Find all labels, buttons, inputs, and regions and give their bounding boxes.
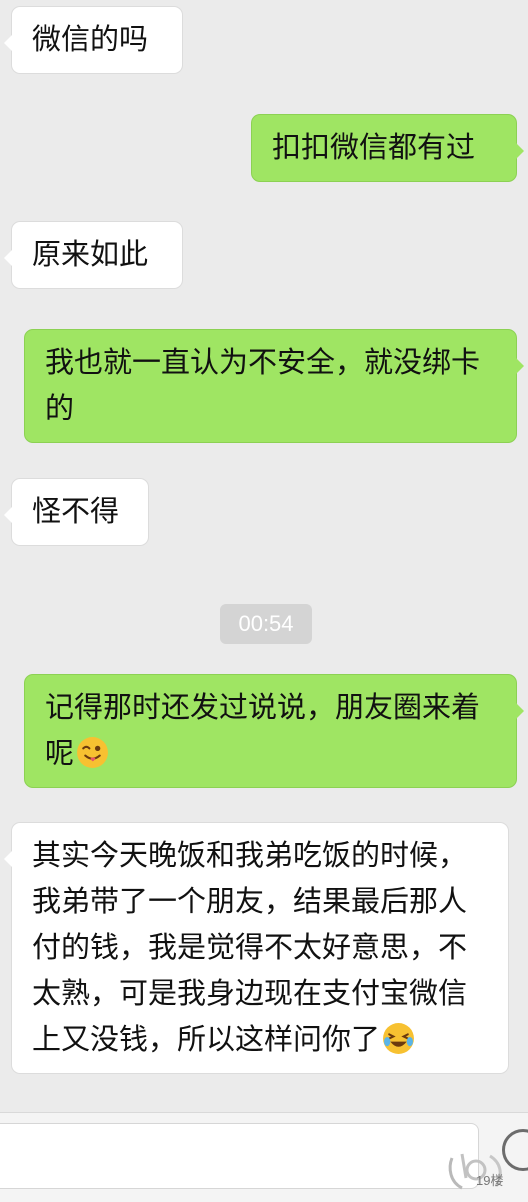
message-bubble-outgoing[interactable]: 扣扣微信都有过 — [251, 114, 524, 182]
message-input[interactable] — [0, 1123, 479, 1189]
message-bubble-incoming[interactable]: 原来如此 — [4, 221, 183, 289]
bubble-tail — [4, 35, 12, 51]
message-bubble-incoming[interactable]: 怪不得 — [4, 478, 149, 546]
bubble-tail — [4, 507, 12, 523]
laugh-cry-emoji-icon — [383, 1023, 414, 1054]
message-text: 怪不得 — [32, 494, 120, 528]
message-bubble-incoming[interactable]: 微信的吗 — [4, 6, 183, 74]
message-bubble-outgoing[interactable]: 我也就一直认为不安全，就没绑卡的 — [24, 329, 524, 443]
message-text: 微信的吗 — [32, 22, 149, 56]
message-text: 扣扣微信都有过 — [272, 130, 476, 164]
message-text: 记得那时还发过说说，朋友圈来着呢 — [45, 690, 481, 770]
bubble-tail — [4, 250, 12, 266]
message-text: 原来如此 — [32, 237, 149, 271]
message-bubble-incoming[interactable]: 其实今天晚饭和我弟吃饭的时候，我弟带了一个朋友，结果最后那人付的钱，我是觉得不太… — [4, 822, 509, 1074]
chat-timestamp: 00:54 — [220, 604, 312, 644]
watermark-text: 19楼 — [476, 1173, 504, 1188]
bubble-tail — [516, 358, 524, 374]
bubble-tail — [4, 851, 12, 867]
wink-tongue-emoji-icon — [77, 737, 108, 768]
message-text: 我也就一直认为不安全，就没绑卡的 — [45, 345, 481, 425]
bubble-tail — [516, 703, 524, 719]
message-bubble-outgoing[interactable]: 记得那时还发过说说，朋友圈来着呢 — [24, 674, 524, 788]
bubble-tail — [516, 143, 524, 159]
